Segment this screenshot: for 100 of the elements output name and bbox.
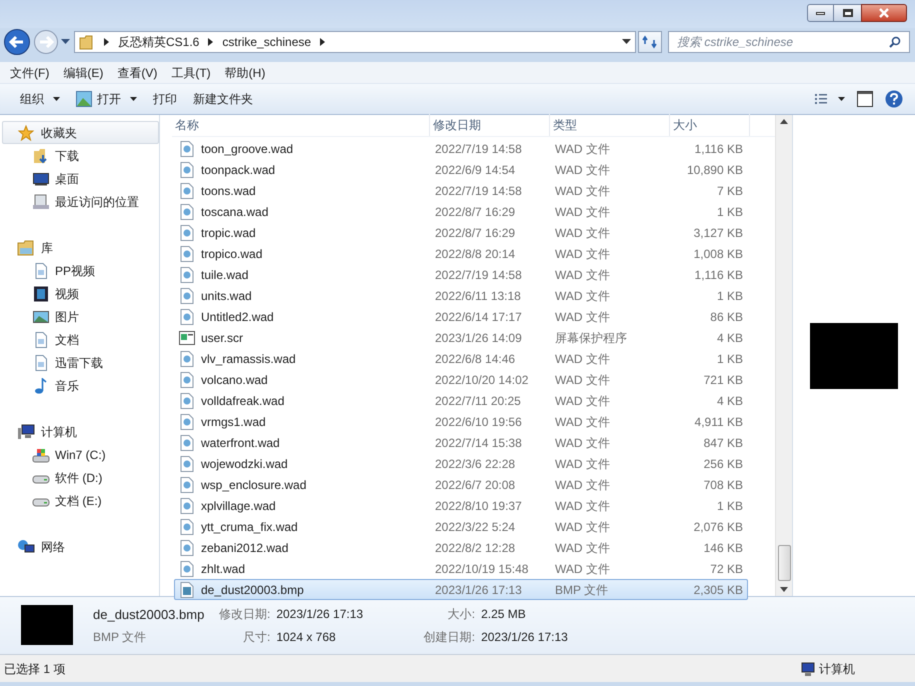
file-date: 2022/7/19 14:58 bbox=[434, 266, 523, 284]
file-row[interactable]: de_dust20003.bmp 2023/1/26 17:13 BMP 文件 2,305 KB bbox=[174, 579, 748, 600]
file-date: 2022/6/7 20:08 bbox=[434, 476, 516, 494]
search-icon[interactable] bbox=[889, 36, 901, 48]
sidebar-item[interactable]: Win7 (C:) bbox=[2, 443, 159, 466]
sidebar-item[interactable]: 网络 bbox=[2, 535, 159, 558]
file-row[interactable]: toonpack.wad 2022/6/9 14:54 WAD 文件 10,890 KB bbox=[174, 159, 748, 180]
file-row[interactable]: tropico.wad 2022/8/8 20:14 WAD 文件 1,008 KB bbox=[174, 243, 748, 264]
file-row[interactable]: toscana.wad 2022/8/7 16:29 WAD 文件 1 KB bbox=[174, 201, 748, 222]
file-icon bbox=[180, 434, 194, 450]
help-icon[interactable] bbox=[885, 90, 903, 108]
toolbar-button[interactable]: 打开 bbox=[68, 87, 145, 111]
file-row[interactable]: volldafreak.wad 2022/7/11 20:25 WAD 文件 4 KB bbox=[174, 390, 748, 411]
file-row[interactable]: tuile.wad 2022/7/19 14:58 WAD 文件 1,116 KB bbox=[174, 264, 748, 285]
file-row[interactable]: toons.wad 2022/7/19 14:58 WAD 文件 7 KB bbox=[174, 180, 748, 201]
file-size: 256 KB bbox=[702, 456, 743, 472]
toolbar-button[interactable]: 新建文件夹 bbox=[185, 87, 261, 111]
sidebar-item[interactable]: 迅雷下载 bbox=[2, 351, 159, 374]
scroll-down-arrow-icon[interactable] bbox=[780, 587, 788, 592]
column-header[interactable]: 名称 bbox=[172, 114, 430, 136]
sidebar-item[interactable]: 收藏夹 bbox=[2, 121, 159, 144]
menu-item[interactable]: 查看(V) bbox=[111, 62, 164, 84]
sidebar-item[interactable]: PP视频 bbox=[2, 259, 159, 282]
file-row[interactable]: vlv_ramassis.wad 2022/6/8 14:46 WAD 文件 1 KB bbox=[174, 348, 748, 369]
file-row[interactable]: wojewodzki.wad 2022/3/6 22:28 WAD 文件 256 KB bbox=[174, 453, 748, 474]
file-row[interactable]: wsp_enclosure.wad 2022/6/7 20:08 WAD 文件 708 KB bbox=[174, 474, 748, 495]
file-name: zebani2012.wad bbox=[201, 540, 288, 556]
dropdown-arrow-icon[interactable] bbox=[622, 39, 631, 45]
file-icon bbox=[180, 246, 194, 262]
file-date: 2022/8/10 19:37 bbox=[434, 498, 523, 514]
file-row[interactable]: zhlt.wad 2022/10/19 15:48 WAD 文件 72 KB bbox=[174, 558, 748, 579]
file-name: vrmgs1.wad bbox=[201, 414, 266, 430]
search-field[interactable]: 搜索 cstrike_schinese bbox=[668, 31, 910, 53]
close-button[interactable] bbox=[861, 4, 907, 22]
screensaver-file-icon bbox=[179, 330, 195, 344]
file-date: 2022/3/22 5:24 bbox=[434, 518, 516, 536]
breadcrumb[interactable]: cstrike_schinese bbox=[222, 33, 312, 51]
back-button[interactable] bbox=[3, 28, 31, 56]
maximize-button[interactable] bbox=[834, 4, 861, 22]
preview-pane-icon[interactable] bbox=[857, 91, 873, 107]
file-row[interactable]: ytt_cruma_fix.wad 2022/3/22 5:24 WAD 文件 2,076 KB bbox=[174, 516, 748, 537]
sidebar-item[interactable]: 桌面 bbox=[2, 167, 159, 190]
sidebar-item[interactable]: 图片 bbox=[2, 305, 159, 328]
search-input[interactable]: 搜索 cstrike_schinese bbox=[677, 33, 889, 51]
minimize-button[interactable] bbox=[807, 4, 834, 22]
file-name: vlv_ramassis.wad bbox=[201, 350, 296, 368]
sidebar-item[interactable]: 文档 (E:) bbox=[2, 489, 159, 512]
file-date: 2023/1/26 14:09 bbox=[434, 330, 523, 346]
sidebar-item[interactable]: 库 bbox=[2, 236, 159, 259]
column-header[interactable]: 修改日期 bbox=[430, 114, 550, 136]
details-value: 2.25 MB bbox=[481, 606, 527, 623]
file-icon bbox=[180, 518, 194, 534]
file-row[interactable]: vrmgs1.wad 2022/6/10 19:56 WAD 文件 4,911 KB bbox=[174, 411, 748, 432]
address-bar[interactable]: 反恐精英CS1.6 cstrike_schinese bbox=[74, 31, 636, 53]
download-folder-icon bbox=[33, 148, 49, 164]
refresh-button[interactable] bbox=[638, 31, 662, 53]
view-options-icon[interactable] bbox=[815, 93, 845, 105]
file-row[interactable]: waterfront.wad 2022/7/14 15:38 WAD 文件 847 KB bbox=[174, 432, 748, 453]
scrollbar[interactable] bbox=[775, 115, 792, 596]
column-header[interactable]: 类型 bbox=[550, 114, 670, 136]
scroll-up-arrow-icon[interactable] bbox=[780, 119, 788, 124]
file-row[interactable]: user.scr 2023/1/26 14:09 屏幕保护程序 4 KB bbox=[174, 327, 748, 348]
sidebar-item[interactable]: 视频 bbox=[2, 282, 159, 305]
file-name: volcano.wad bbox=[201, 372, 268, 388]
file-row[interactable]: zebani2012.wad 2022/8/2 12:28 WAD 文件 146 KB bbox=[174, 537, 748, 558]
file-type: WAD 文件 bbox=[554, 372, 611, 388]
file-row[interactable]: toon_groove.wad 2022/7/19 14:58 WAD 文件 1,116 KB bbox=[174, 138, 748, 159]
sidebar-item[interactable]: 音乐 bbox=[2, 374, 159, 397]
menu-item[interactable]: 工具(T) bbox=[165, 62, 217, 84]
file-size: 72 KB bbox=[709, 560, 743, 578]
menu-item[interactable]: 帮助(H) bbox=[218, 62, 272, 84]
file-date: 2022/6/14 17:17 bbox=[434, 308, 523, 326]
caret-icon[interactable] bbox=[61, 39, 70, 45]
file-type: WAD 文件 bbox=[554, 414, 611, 430]
sidebar-item[interactable]: 下载 bbox=[2, 144, 159, 167]
file-name: tropic.wad bbox=[201, 224, 256, 242]
file-name: tropico.wad bbox=[201, 246, 262, 262]
toolbar-button[interactable]: 组织 bbox=[12, 87, 68, 111]
document-icon bbox=[33, 354, 49, 370]
picture-icon bbox=[33, 308, 49, 324]
sidebar-item[interactable]: 计算机 bbox=[2, 420, 159, 443]
column-header[interactable]: 大小 bbox=[670, 114, 750, 136]
toolbar-button[interactable]: 打印 bbox=[145, 87, 185, 111]
sidebar-item[interactable]: 最近访问的位置 bbox=[2, 190, 159, 213]
file-row[interactable]: volcano.wad 2022/10/20 14:02 WAD 文件 721 KB bbox=[174, 369, 748, 390]
file-type: WAD 文件 bbox=[554, 560, 611, 578]
file-row[interactable]: Untitled2.wad 2022/6/14 17:17 WAD 文件 86 KB bbox=[174, 306, 748, 327]
sidebar-item[interactable]: 文档 bbox=[2, 328, 159, 351]
menu-item[interactable]: 编辑(E) bbox=[57, 62, 110, 84]
file-icon bbox=[180, 372, 194, 388]
file-row[interactable]: units.wad 2022/6/11 13:18 WAD 文件 1 KB bbox=[174, 285, 748, 306]
file-row[interactable]: tropic.wad 2022/8/7 16:29 WAD 文件 3,127 KB bbox=[174, 222, 748, 243]
file-date: 2022/10/20 14:02 bbox=[434, 372, 530, 388]
menu-item[interactable]: 文件(F) bbox=[4, 62, 56, 84]
scrollbar-thumb[interactable] bbox=[778, 545, 790, 581]
file-row[interactable]: xplvillage.wad 2022/8/10 19:37 WAD 文件 1 KB bbox=[174, 495, 748, 516]
breadcrumb[interactable]: 反恐精英CS1.6 bbox=[118, 33, 200, 51]
sidebar-item[interactable]: 软件 (D:) bbox=[2, 466, 159, 489]
file-size: 4 KB bbox=[716, 392, 743, 410]
file-name: toons.wad bbox=[201, 182, 256, 200]
